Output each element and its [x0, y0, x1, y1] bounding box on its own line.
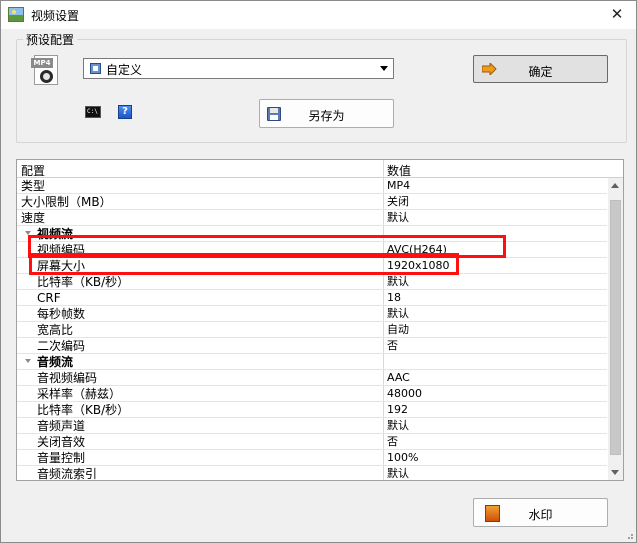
highlight-box-screen-size [29, 253, 459, 275]
property-value[interactable]: 默认 [387, 210, 409, 226]
property-name: 音频流 [37, 355, 74, 369]
grid-property-row[interactable]: 速度 默认 [17, 210, 607, 226]
help-icon[interactable]: ? [118, 105, 132, 119]
grid-category-row[interactable]: 音频流 [17, 354, 607, 370]
grid-property-row[interactable]: 大小限制（MB） 关闭 [17, 194, 607, 210]
app-icon [8, 7, 24, 22]
save-as-button-label: 另存为 [308, 109, 345, 123]
column-header-value: 数值 [387, 164, 412, 178]
preset-group-label: 预设配置 [23, 31, 78, 48]
property-value[interactable]: AAC [387, 370, 410, 386]
scrollbar-thumb[interactable] [610, 200, 621, 455]
property-name: 采样率（赫兹） [37, 387, 122, 401]
property-value[interactable]: MP4 [387, 178, 410, 194]
grid-property-row[interactable]: 音视频编码 AAC [17, 370, 607, 386]
mp4-format-icon: MP4 [31, 55, 61, 85]
property-name: 速度 [21, 211, 46, 225]
property-name: 大小限制（MB） [21, 195, 112, 209]
property-value[interactable]: 18 [387, 290, 401, 306]
property-value[interactable]: 默认 [387, 466, 409, 480]
grid-property-row[interactable]: CRF 18 [17, 290, 607, 306]
watermark-button-label: 水印 [528, 508, 553, 522]
property-name: 音量控制 [37, 451, 86, 465]
property-name: 比特率（KB/秒） [37, 403, 130, 417]
scroll-up-arrow-icon[interactable] [611, 183, 619, 188]
grid-property-row[interactable]: 音量控制 100% [17, 450, 607, 466]
property-name: 音频声道 [37, 419, 86, 433]
grid-scrollbar[interactable] [608, 178, 623, 480]
grid-rows: 类型 MP4 大小限制（MB） 关闭 速度 默认 视频流 视频编码 AVC(H264) 屏幕大小 1… [17, 178, 607, 481]
preset-select-value: 自定义 [106, 63, 143, 77]
property-value[interactable]: 默认 [387, 274, 409, 290]
ok-button-label: 确定 [528, 65, 553, 79]
property-name: 每秒帧数 [37, 307, 86, 321]
save-as-button[interactable]: 另存为 [259, 99, 394, 128]
ok-button[interactable]: 确定 [473, 55, 608, 83]
video-settings-window: 视频设置 ✕ 预设配置 MP4 自定义 确定 C:\ ? 另存为 配置 数值 类… [0, 0, 637, 543]
property-value[interactable]: 关闭 [387, 194, 409, 210]
property-name: 比特率（KB/秒） [37, 275, 130, 289]
preset-select[interactable]: 自定义 [83, 58, 394, 79]
property-name: 类型 [21, 179, 46, 193]
settings-property-grid: 配置 数值 类型 MP4 大小限制（MB） 关闭 速度 默认 视频流 视频编码 AVC(H264… [16, 159, 624, 481]
grid-property-row[interactable]: 类型 MP4 [17, 178, 607, 194]
property-value[interactable]: 100% [387, 450, 418, 466]
property-name: 音频流索引 [37, 467, 98, 481]
scroll-down-arrow-icon[interactable] [611, 470, 619, 475]
window-title: 视频设置 [31, 9, 80, 23]
property-value[interactable]: 自动 [387, 322, 409, 338]
preset-select-icon [90, 63, 101, 74]
property-name: 关闭音效 [37, 435, 86, 449]
grid-property-row[interactable]: 关闭音效 否 [17, 434, 607, 450]
property-value[interactable]: 192 [387, 402, 408, 418]
property-value[interactable]: 48000 [387, 386, 422, 402]
property-value[interactable]: 否 [387, 338, 398, 354]
property-value[interactable]: 默认 [387, 306, 409, 322]
grid-header: 配置 数值 [17, 160, 623, 178]
grid-property-row[interactable]: 音频流索引 默认 [17, 466, 607, 481]
watermark-button[interactable]: 水印 [473, 498, 608, 527]
grid-property-row[interactable]: 宽高比 自动 [17, 322, 607, 338]
grid-property-row[interactable]: 采样率（赫兹） 48000 [17, 386, 607, 402]
property-name: CRF [37, 291, 61, 305]
mp4-format-icon-label: MP4 [31, 58, 53, 68]
property-name: 二次编码 [37, 339, 86, 353]
collapse-triangle-icon[interactable] [25, 359, 31, 363]
property-value[interactable]: 默认 [387, 418, 409, 434]
command-line-icon[interactable]: C:\ [85, 106, 101, 118]
grid-property-row[interactable]: 每秒帧数 默认 [17, 306, 607, 322]
title-bar: 视频设置 ✕ [1, 1, 636, 29]
resize-grip-icon[interactable] [624, 530, 634, 540]
property-name: 宽高比 [37, 323, 74, 337]
close-icon[interactable]: ✕ [608, 5, 626, 23]
column-header-name: 配置 [21, 164, 46, 178]
grid-property-row[interactable]: 比特率（KB/秒） 192 [17, 402, 607, 418]
grid-property-row[interactable]: 二次编码 否 [17, 338, 607, 354]
property-name: 音视频编码 [37, 371, 98, 385]
grid-property-row[interactable]: 音频声道 默认 [17, 418, 607, 434]
grid-property-row[interactable]: 比特率（KB/秒） 默认 [17, 274, 607, 290]
property-value[interactable]: 否 [387, 434, 398, 450]
chevron-down-icon [380, 66, 388, 71]
